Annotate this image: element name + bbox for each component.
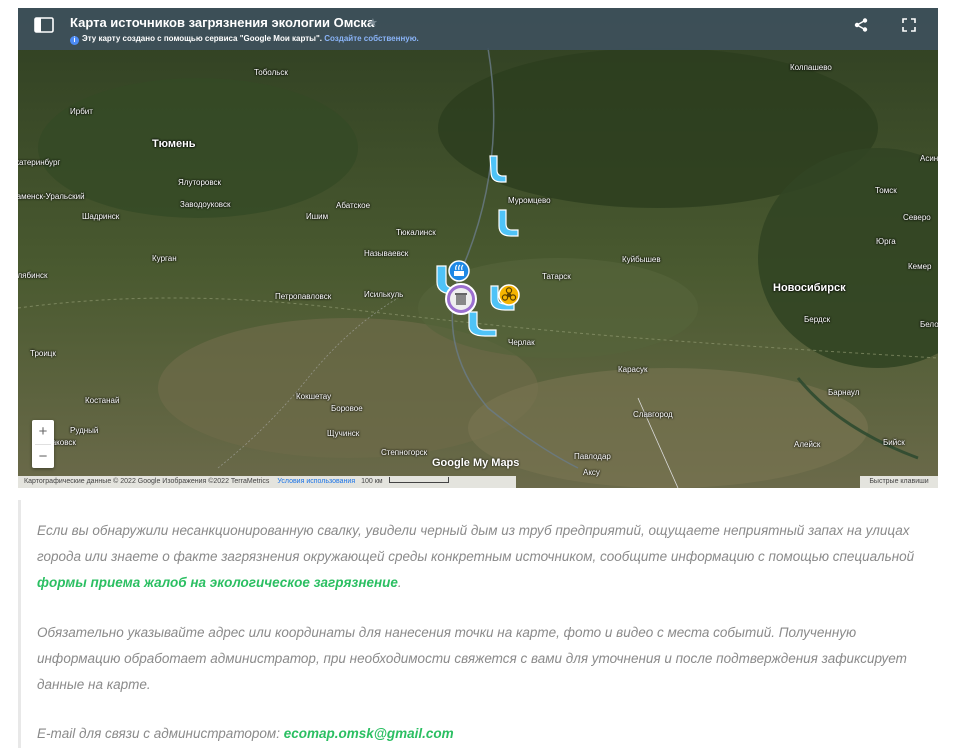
place-label: Тобольск [254, 68, 288, 77]
place-label: Кокшетау [296, 392, 332, 401]
place-label: Рудный [70, 426, 99, 435]
map-subtitle: i Эту карту создано с помощью сервиса "Go… [70, 34, 419, 45]
place-label: Тюмень [152, 138, 196, 150]
place-label: Колпашево [790, 63, 832, 72]
place-label: Карасук [618, 365, 648, 374]
place-label: Бердск [804, 315, 831, 324]
place-label: Тюкалинск [396, 228, 436, 237]
place-label: Каменск-Уральский [18, 192, 85, 201]
place-label: Петропавловск [275, 292, 332, 301]
para1-text: Если вы обнаружили несанкционированную с… [37, 523, 915, 564]
place-label: Юрга [876, 237, 896, 246]
place-label: Северо [903, 213, 931, 222]
place-label: Троицк [30, 349, 56, 358]
map-header: Карта источников загрязнения экологии Ом… [18, 8, 938, 50]
zoom-out-button[interactable]: − [32, 445, 54, 469]
place-label: Ирбит [70, 107, 93, 116]
report-instructions-paragraph: Если вы обнаружили несанкционированную с… [37, 518, 937, 596]
pipe-pollution-marker[interactable] [486, 154, 510, 184]
share-icon[interactable] [854, 18, 868, 32]
satellite-map-background [18, 8, 938, 488]
contact-email-paragraph: E-mail для связи с администратором: ecom… [37, 721, 937, 747]
keyboard-shortcuts-link[interactable]: Быстрые клавиши [860, 476, 938, 488]
fullscreen-icon[interactable] [902, 18, 916, 32]
info-icon: i [70, 36, 79, 45]
place-label: Ялуторовск [178, 178, 222, 187]
place-label: Боровое [331, 404, 363, 413]
place-label: Алейск [794, 440, 821, 449]
place-label: Татарск [542, 272, 571, 281]
place-label: Кемер [908, 262, 932, 271]
place-label: Абатское [336, 201, 371, 210]
place-label: Муромцево [508, 196, 551, 205]
place-label: Заводоуковск [180, 200, 231, 209]
map-attribution-bar: Картографические данные © 2022 Google Из… [18, 476, 516, 488]
email-label: E-mail для связи с администратором: [37, 726, 284, 741]
place-label: Белово [920, 320, 938, 329]
place-label: Новосибирск [773, 282, 846, 294]
biohazard-marker[interactable] [498, 284, 520, 306]
place-label: Павлодар [574, 452, 611, 461]
zoom-control: + − [32, 420, 54, 468]
place-label: Ишим [306, 212, 329, 221]
para1-end: . [397, 575, 402, 590]
terms-link[interactable]: Условия использования [277, 478, 355, 485]
place-label: Называевск [364, 249, 409, 258]
info-text-section: Если вы обнаружили несанкционированную с… [18, 500, 961, 748]
pipe-pollution-marker[interactable] [466, 310, 500, 338]
sidebar-panel-icon[interactable] [34, 17, 54, 33]
place-label: Челябинск [18, 271, 48, 280]
embedded-map[interactable]: Тобольск Колпашево Ирбит Тюмень Асино Ял… [18, 8, 938, 488]
place-label: Шадринск [82, 212, 120, 221]
map-title: Карта источников загрязнения экологии Ом… [70, 15, 375, 30]
complaint-form-link[interactable]: формы приема жалоб на экологическое загр… [37, 575, 398, 590]
subtitle-text: Эту карту создано с помощью сервиса "Goo… [82, 34, 322, 43]
map-copyright: Картографические данные © 2022 Google Из… [24, 478, 270, 485]
google-my-maps-logo: Google My Maps [432, 457, 520, 469]
place-label: Барнаул [828, 388, 860, 397]
admin-email-link[interactable]: ecomap.omsk@gmail.com [284, 726, 454, 741]
place-label: Асино [920, 154, 938, 163]
factory-marker[interactable] [448, 260, 470, 282]
place-label: Куйбышев [622, 255, 661, 264]
place-label: Славгород [633, 410, 673, 419]
place-label: Бийск [883, 438, 905, 447]
place-label: Курган [152, 254, 177, 263]
scale-bar [388, 477, 449, 483]
place-label: Томск [875, 186, 897, 195]
address-requirement-paragraph: Обязательно указывайте адрес или координ… [37, 625, 907, 692]
place-label: Костанай [85, 396, 120, 405]
place-label: Степногорск [381, 448, 428, 457]
scale-label: 100 км [361, 478, 383, 485]
place-label: Исилькуль [364, 290, 404, 299]
zoom-in-button[interactable]: + [32, 420, 54, 444]
pipe-pollution-marker[interactable] [496, 208, 522, 238]
place-label: Черлак [508, 338, 535, 347]
create-own-map-link[interactable]: Создайте собственную. [324, 34, 419, 43]
star-icon[interactable]: ★ [368, 16, 378, 29]
place-label: Екатеринбург [18, 158, 61, 167]
place-label: Щучинск [327, 429, 360, 438]
place-label: Аксу [583, 468, 600, 477]
